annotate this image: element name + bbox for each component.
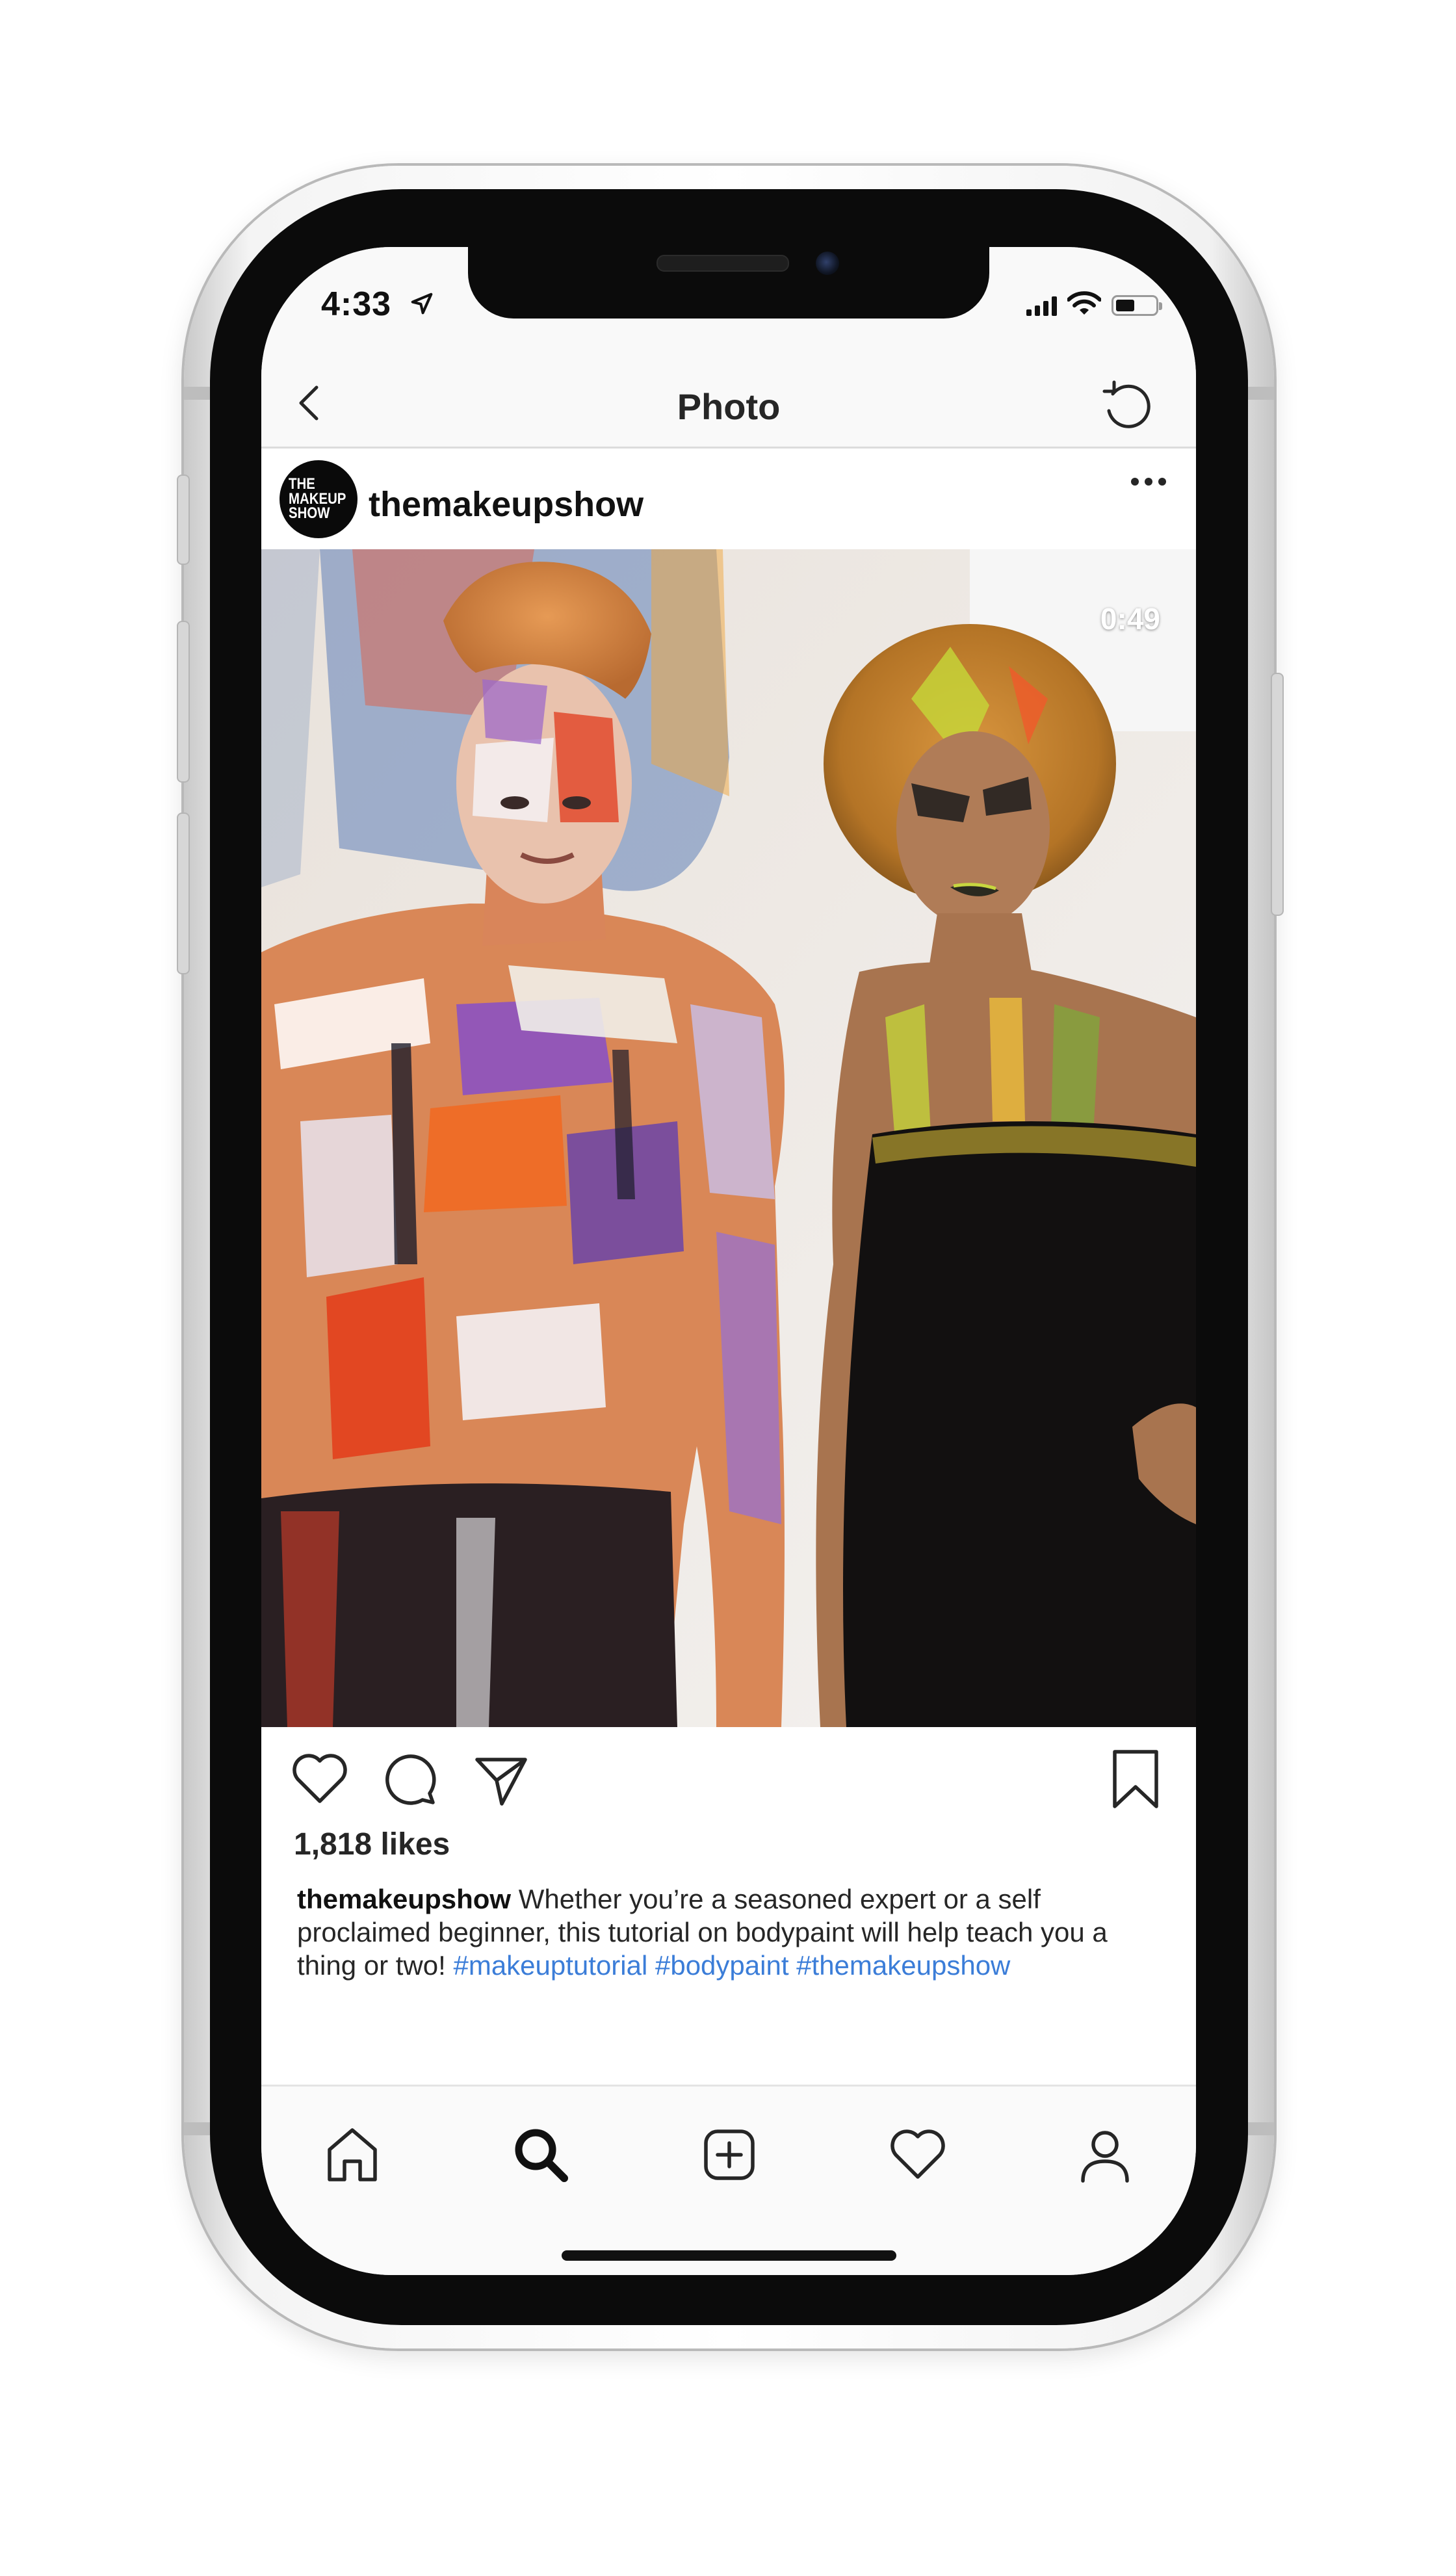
antenna-band <box>184 2122 210 2135</box>
profile-icon[interactable] <box>1072 2122 1138 2187</box>
earpiece-speaker <box>656 255 789 272</box>
power-button <box>1271 673 1284 916</box>
avatar[interactable]: THE MAKEUP SHOW <box>280 460 358 538</box>
search-icon[interactable] <box>508 2122 573 2187</box>
battery-icon <box>1112 295 1162 316</box>
caption-username[interactable]: themakeupshow <box>297 1884 511 1914</box>
page-title: Photo <box>677 386 781 427</box>
volume-up-button <box>177 621 190 783</box>
likes-count[interactable]: 1,818 likes <box>294 1827 450 1862</box>
avatar-text-line: SHOW <box>289 504 330 523</box>
wifi-icon <box>1067 291 1101 315</box>
post-username[interactable]: themakeupshow <box>369 484 644 525</box>
activity-heart-icon[interactable] <box>885 2122 950 2187</box>
front-camera <box>816 252 839 275</box>
home-indicator[interactable] <box>562 2250 896 2261</box>
location-arrow-icon <box>411 293 433 315</box>
phone-screen: 4:33 Photo THE MAKEUP SHOW themakeupshow… <box>261 247 1196 2275</box>
antenna-band <box>1248 387 1274 400</box>
status-indicators <box>1026 291 1162 316</box>
hashtag-link[interactable]: #themakeupshow <box>796 1950 1010 1981</box>
comment-icon[interactable] <box>378 1747 443 1812</box>
bookmark-icon[interactable] <box>1103 1747 1168 1812</box>
cellular-signal-icon <box>1026 295 1057 316</box>
notch <box>468 247 989 319</box>
post-caption: themakeupshow Whether you’re a seasoned … <box>297 1882 1168 1982</box>
share-icon[interactable] <box>468 1747 533 1812</box>
post-actions <box>261 1727 1196 1825</box>
refresh-icon[interactable] <box>1098 377 1157 436</box>
post-header: THE MAKEUP SHOW themakeupshow <box>261 449 1196 549</box>
video-frame-illustration <box>261 549 1196 1727</box>
video-duration: 0:49 <box>1100 602 1160 636</box>
nav-header: Photo <box>261 358 1196 449</box>
hashtag-link[interactable]: #makeuptutorial <box>453 1950 647 1981</box>
post-video[interactable]: 0:49 <box>261 549 1196 1727</box>
silent-switch <box>177 475 190 565</box>
bottom-tab-bar <box>261 2085 1196 2275</box>
hashtag-link[interactable]: #bodypaint <box>655 1950 789 1981</box>
more-horizontal-icon[interactable] <box>1131 478 1170 491</box>
volume-down-button <box>177 813 190 974</box>
antenna-band <box>184 387 210 400</box>
home-icon[interactable] <box>320 2122 385 2187</box>
antenna-band <box>1248 2122 1274 2135</box>
new-post-icon[interactable] <box>697 2122 762 2187</box>
status-time: 4:33 <box>321 285 392 323</box>
heart-icon[interactable] <box>287 1747 352 1812</box>
